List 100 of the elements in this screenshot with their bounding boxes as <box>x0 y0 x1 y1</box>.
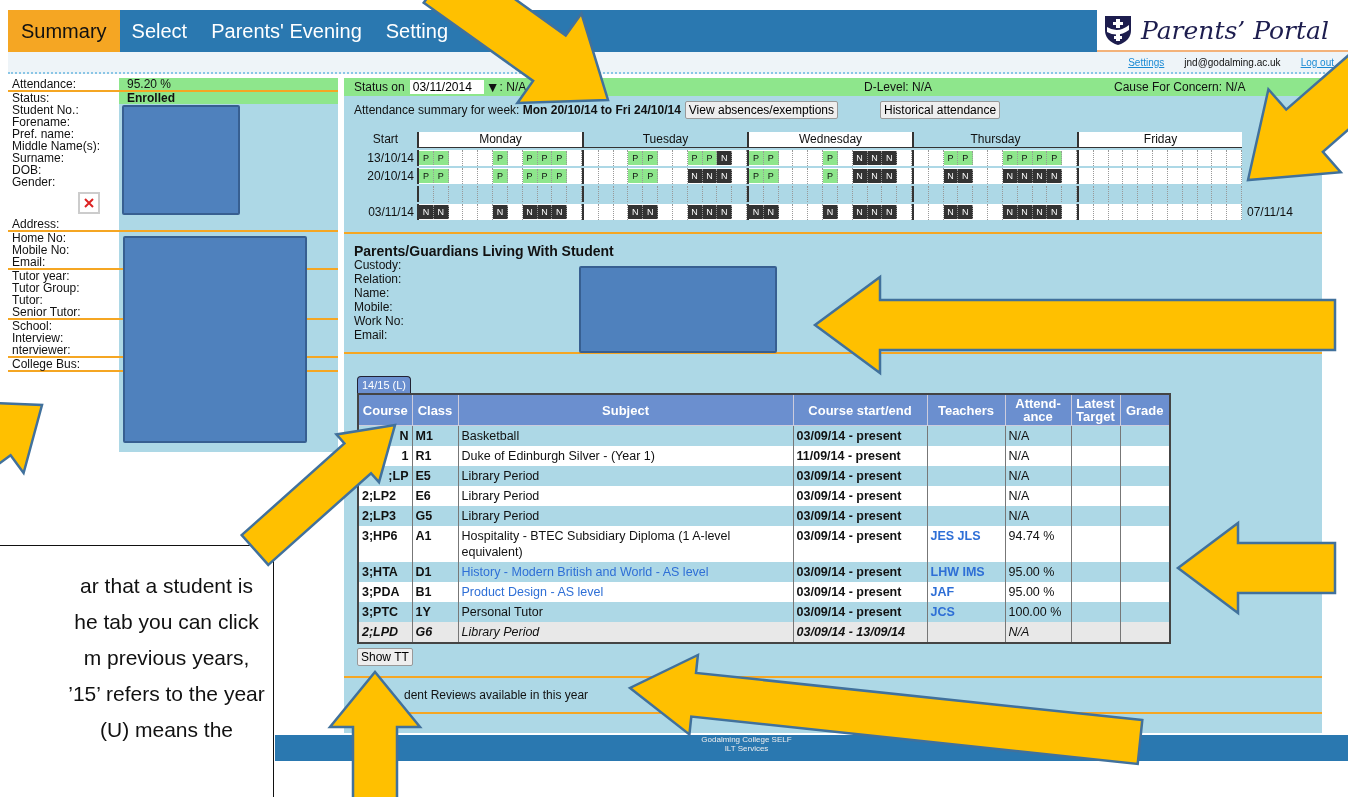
table-cell: Library Period <box>461 469 540 483</box>
field-label: Tutor Group: <box>11 282 81 294</box>
field-label: Name: <box>354 286 391 300</box>
field-label: Tutor: <box>11 294 43 306</box>
column-header: Course start/end <box>793 394 927 426</box>
table-cell: Library Period <box>461 625 540 639</box>
field-label: Mobile No: <box>11 244 71 256</box>
table-cell: 03/09/14 - present <box>793 582 927 602</box>
field-value: Enrolled <box>119 92 338 104</box>
settings-link[interactable]: Settings <box>1128 56 1165 68</box>
field-label: College Bus: <box>11 358 82 370</box>
field-label: School: <box>11 320 54 332</box>
table-cell: 2;LP3 <box>358 506 412 526</box>
table-cell: 3;PTC <box>358 602 412 622</box>
day-header: Wednesday <box>747 132 912 148</box>
present-mark: P <box>628 169 644 183</box>
present-mark: P <box>1047 151 1063 165</box>
table-cell: G5 <box>412 506 458 526</box>
week-summary: Attendance summary for week: Mon 20/10/14 to Fri 24/10/14 <box>354 103 681 117</box>
field-label: Status: <box>11 92 51 104</box>
nav-tab[interactable]: Setting <box>373 10 460 52</box>
absent-mark: N <box>717 169 733 183</box>
table-cell: 95.00 % <box>1005 562 1071 582</box>
date-field[interactable]: 03/11/2014 <box>409 80 484 94</box>
nav-tab[interactable]: Select <box>119 10 200 52</box>
table-cell: E6 <box>412 486 458 506</box>
absent-mark: N <box>1047 205 1063 219</box>
column-header: Course <box>358 394 412 426</box>
attendance-button[interactable]: Historical attendance <box>880 101 1001 119</box>
week-start: 20/10/14 <box>366 169 415 183</box>
present-mark: P <box>628 151 644 165</box>
table-cell: 3;HTA <box>358 562 412 582</box>
field-label: Student No.: <box>11 104 80 116</box>
column-header: Subject <box>458 394 793 426</box>
field-label: Address: <box>11 218 61 230</box>
present-mark: P <box>823 169 838 183</box>
field-label: Attendance: <box>11 78 78 90</box>
field-label: Home No: <box>11 232 68 244</box>
absent-mark: N <box>493 205 508 219</box>
table-cell: R1 <box>412 446 458 466</box>
teacher-link[interactable]: JCS <box>930 605 955 619</box>
d-level: D-Level: N/A <box>864 80 933 94</box>
table-cell: 03/09/14 - present <box>793 486 927 506</box>
day-header: Thursday <box>912 132 1077 148</box>
table-cell: 03/09/14 - present <box>793 466 927 486</box>
table-cell: N/A <box>1005 486 1071 506</box>
field-value: 95.20 % <box>119 78 338 90</box>
table-cell: 94.74 % <box>1005 526 1071 562</box>
table-cell: G6 <box>412 622 458 643</box>
reviews-text: dent Reviews available in this year <box>404 688 589 702</box>
column-header: Teachers <box>927 394 1005 426</box>
table-cell: Basketball <box>461 429 520 443</box>
absent-mark: N <box>749 205 764 219</box>
field-label: Tutor year: <box>11 270 70 282</box>
absent-mark: N <box>958 205 974 219</box>
present-mark: P <box>643 169 659 183</box>
column-header: Attend-ance <box>1005 394 1071 426</box>
column-header: Latest Target <box>1071 394 1120 426</box>
week-start: 03/11/14 <box>367 205 415 219</box>
nav-tab[interactable]: Parents' Evening <box>199 10 374 52</box>
nav-tab[interactable]: Summary <box>8 10 120 52</box>
field-label: Relation: <box>354 272 403 286</box>
absent-mark: N <box>882 169 898 183</box>
year-tab[interactable]: 14/15 (L) <box>357 376 412 393</box>
attendance-button[interactable]: View absences/exemptions <box>684 101 839 119</box>
field-label: Custody: <box>354 258 403 272</box>
note-text: ar that a student is he tab you can click m previous years, ’15’ refers to the year (U) means the <box>0 545 274 797</box>
subject-link[interactable]: History - Modern British and World - AS level <box>461 565 709 579</box>
logout-link[interactable]: Log out <box>1300 56 1334 68</box>
table-cell: M1 <box>412 425 458 446</box>
present-mark: P <box>958 151 974 165</box>
absent-mark: N <box>717 151 733 165</box>
cause-for-concern: Cause For Concern: N/A <box>1114 80 1246 94</box>
table-cell: Duke of Edinburgh Silver - (Year 1) <box>461 449 655 463</box>
table-cell: Hospitality - BTEC Subsidiary Diploma (1 A-level equivalent) <box>461 529 731 559</box>
present-mark: P <box>749 169 764 183</box>
absent-mark: N <box>643 205 659 219</box>
dropdown-arrow[interactable]: ▼ <box>485 79 500 95</box>
absent-mark: N <box>958 169 974 183</box>
field-label: Email: <box>354 328 389 342</box>
week-start: 13/10/14 <box>366 151 415 165</box>
footer-text: Godalming College SELF <box>701 735 792 744</box>
field-label: Gender: <box>11 176 57 188</box>
day-header: Tuesday <box>582 132 747 148</box>
column-header: Grade <box>1120 394 1170 426</box>
shield-icon <box>1103 14 1133 46</box>
table-cell: 100.00 % <box>1005 602 1071 622</box>
column-header: Class <box>412 394 458 426</box>
field-label: Forename: <box>11 116 72 128</box>
present-mark: P <box>823 151 838 165</box>
present-mark: P <box>749 151 764 165</box>
table-cell: D1 <box>412 562 458 582</box>
table-cell: 95.00 % <box>1005 582 1071 602</box>
field-label: nterviewer: <box>11 344 72 356</box>
table-cell: 03/09/14 - present <box>793 562 927 582</box>
table-cell: 11/09/14 - present <box>793 446 927 466</box>
field-label: Middle Name(s): <box>11 140 102 152</box>
absent-mark: N <box>823 205 838 219</box>
absent-mark: N <box>882 151 898 165</box>
show-timetable-button[interactable]: Show TT <box>357 648 413 666</box>
